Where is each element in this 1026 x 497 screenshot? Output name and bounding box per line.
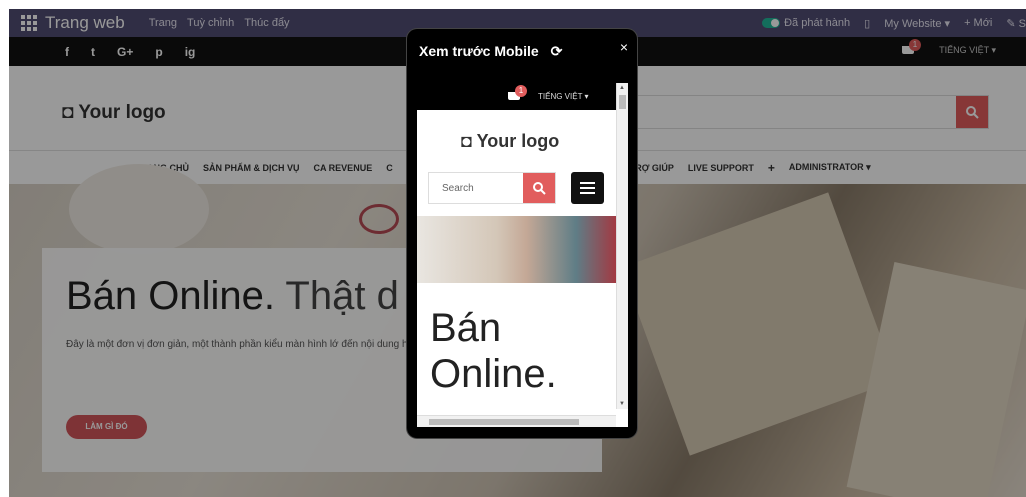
horizontal-scrollbar[interactable] — [417, 415, 616, 427]
scroll-down-icon[interactable]: ▼ — [619, 401, 625, 407]
refresh-icon[interactable]: ⟳ — [551, 43, 563, 59]
close-icon[interactable]: × — [620, 39, 628, 55]
mobile-cart-icon[interactable]: 1 — [506, 85, 527, 103]
scrollbar-thumb[interactable] — [619, 95, 626, 109]
mobile-search-input[interactable]: Search — [428, 172, 556, 204]
modal-title-text: Xem trước Mobile — [419, 43, 539, 59]
mobile-top-bar: 1 TIẾNG VIỆT ▾ — [417, 83, 616, 110]
mobile-search-icon — [533, 182, 546, 195]
vertical-scrollbar[interactable]: ▲ ▼ — [616, 83, 628, 409]
mobile-cart-count-badge: 1 — [515, 85, 527, 97]
scrollbar-thumb[interactable] — [429, 419, 579, 425]
scroll-up-icon[interactable]: ▲ — [619, 85, 625, 91]
browser-viewport: Trang web Trang Tuỳ chỉnh Thúc đẩy Đã ph… — [9, 9, 1026, 497]
modal-title: Xem trước Mobile ⟳ — [419, 43, 562, 60]
mobile-logo-text: Your logo — [476, 131, 560, 151]
hamburger-menu-icon[interactable] — [571, 172, 604, 204]
mobile-language-selector[interactable]: TIẾNG VIỆT ▾ — [538, 92, 589, 101]
mobile-screen[interactable]: 1 TIẾNG VIỆT ▾ ◘ Your logo Search Bán On… — [417, 83, 628, 427]
mobile-hero-image — [417, 216, 616, 283]
mobile-hero-title: Bán Online. — [430, 306, 557, 396]
mobile-preview-modal: Xem trước Mobile ⟳ × 1 TIẾNG VIỆT ▾ ◘ Yo… — [407, 29, 637, 438]
mobile-site-logo[interactable]: ◘ Your logo — [461, 131, 559, 152]
mobile-search-button[interactable] — [523, 173, 555, 203]
mobile-camera-icon: ◘ — [461, 131, 472, 151]
mobile-search-placeholder: Search — [442, 183, 474, 194]
